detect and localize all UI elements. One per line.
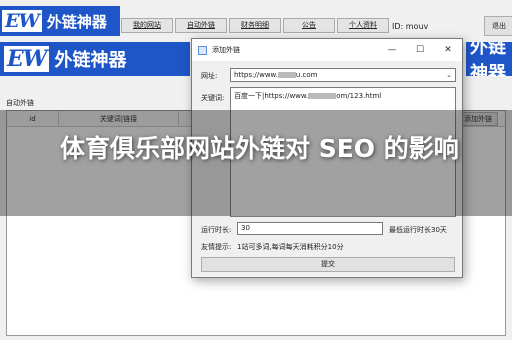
tip-text: 1站可多词,每词每天消耗积分10分 [237,243,344,251]
tab-auto-links[interactable]: 自动外链 [175,18,227,33]
tab-my-sites[interactable]: 我的网站 [121,18,173,33]
tab-announcements[interactable]: 公告 [283,18,335,33]
run-duration-label: 运行时长: [201,226,232,234]
window-icon [198,45,207,55]
overlay-title: 体育俱乐部网站外链对 SEO 的影响 [60,134,459,163]
top-nav-tabs: 我的网站 自动外链 财务明细 公告 个人资料 [121,18,391,33]
user-id: ID: mouv [392,22,429,31]
brand-banner-right: 外链神器 [466,42,512,76]
window-controls: — ☐ ✕ [378,39,462,61]
tab-profile[interactable]: 个人资料 [337,18,389,33]
redacted-text [277,72,296,78]
run-duration-input[interactable]: 30 [237,222,383,235]
maximize-icon[interactable]: ☐ [406,39,434,61]
run-duration-hint: 最低运行时长30天 [389,226,447,234]
dialog-title-bar: 添加外链 — ☐ ✕ [192,39,462,61]
brand-logo: EW 外链神器 [0,6,120,36]
exit-button[interactable]: 退出 [484,16,512,36]
section-label: 自动外链 [6,99,34,107]
close-icon[interactable]: ✕ [434,39,462,61]
tab-finance[interactable]: 财务明细 [229,18,281,33]
tip-label: 友情提示: [201,243,232,251]
minimize-icon[interactable]: — [378,39,406,61]
dialog-title: 添加外链 [212,46,240,54]
submit-button[interactable]: 提交 [201,257,455,272]
keyword-label: 关键词: [201,94,225,102]
redacted-text [308,93,337,99]
brand-banner: EW 外链神器 [0,42,190,76]
chevron-down-icon: ⌄ [446,71,452,79]
url-label: 网址: [201,72,218,80]
url-select[interactable]: https://www. u.com ⌄ [230,68,456,82]
